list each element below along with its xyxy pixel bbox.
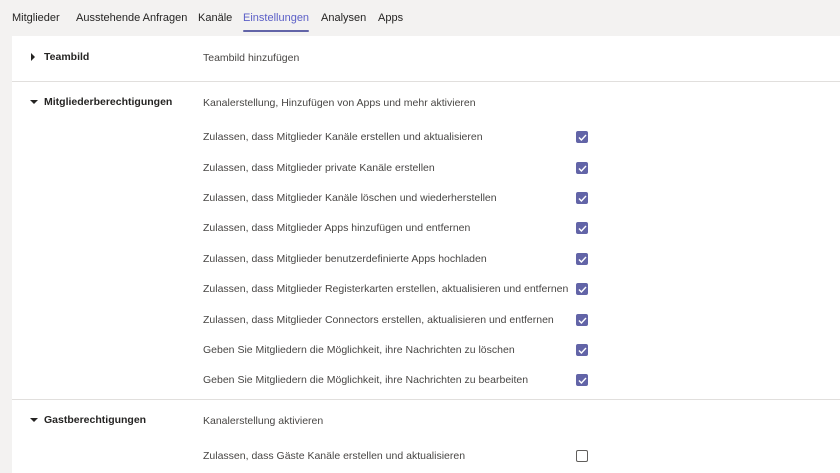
option-label: Zulassen, dass Mitglieder Apps hinzufüge… [203,222,471,234]
tab-mitglieder[interactable]: Mitglieder [12,11,60,25]
checkmark-icon [577,317,587,324]
checkmark-icon [577,165,587,172]
checkmark-icon [577,256,587,263]
checkbox-checked[interactable] [576,162,588,174]
option-label: Zulassen, dass Mitglieder benutzerdefini… [203,253,487,265]
checkmark-icon [577,377,587,384]
checkmark-icon [577,225,587,232]
section-title-gastberechtigungen: Gastberechtigungen [44,414,147,426]
section-header-gastberechtigungen[interactable]: Gastberechtigungen [30,414,146,426]
checkbox-checked[interactable] [576,131,588,143]
tab-bar: Mitglieder Ausstehende Anfragen Kanäle E… [0,0,840,36]
checkmark-icon [577,347,587,354]
chevron-right-icon [30,53,44,61]
checkbox-unchecked[interactable] [576,450,588,462]
tab-apps[interactable]: Apps [378,11,403,25]
tab-analysen[interactable]: Analysen [321,11,366,25]
checkbox-checked[interactable] [576,222,588,234]
option-label: Zulassen, dass Mitglieder Registerkarten… [203,283,569,295]
chevron-down-icon [30,99,44,105]
section-description-teambild: Teambild hinzufügen [203,52,300,64]
option-label: Geben Sie Mitgliedern die Möglichkeit, i… [203,374,529,386]
checkbox-checked[interactable] [576,253,588,265]
checkbox-checked[interactable] [576,344,588,356]
tab-ausstehende-anfragen[interactable]: Ausstehende Anfragen [76,11,187,25]
checkmark-icon [577,286,587,293]
section-title-mitgliederberechtigungen: Mitgliederberechtigungen [44,96,173,108]
option-label: Zulassen, dass Mitglieder Connectors ers… [203,314,554,326]
section-description-gastberechtigungen: Kanalerstellung aktivieren [203,415,324,427]
checkbox-checked[interactable] [576,283,588,295]
section-title-teambild: Teambild [44,51,90,63]
checkmark-icon [577,195,587,202]
section-header-teambild[interactable]: Teambild [30,51,89,63]
option-label: Zulassen, dass Mitglieder private Kanäle… [203,162,435,174]
checkbox-checked[interactable] [576,314,588,326]
option-label: Geben Sie Mitgliedern die Möglichkeit, i… [203,344,515,356]
option-label: Zulassen, dass Gäste Kanäle erstellen un… [203,450,466,462]
option-label: Zulassen, dass Mitglieder Kanäle löschen… [203,192,497,204]
checkbox-checked[interactable] [576,192,588,204]
section-header-mitgliederberechtigungen[interactable]: Mitgliederberechtigungen [30,96,172,108]
option-label: Zulassen, dass Mitglieder Kanäle erstell… [203,131,483,143]
section-divider [12,399,840,400]
tab-einstellungen[interactable]: Einstellungen [243,11,310,32]
checkmark-icon [577,134,587,141]
section-description-mitgliederberechtigungen: Kanalerstellung, Hinzufügen von Apps und… [203,97,476,109]
chevron-down-icon [30,417,44,423]
checkbox-checked[interactable] [576,374,588,386]
tab-kanaele[interactable]: Kanäle [198,11,232,25]
section-divider [12,81,840,82]
